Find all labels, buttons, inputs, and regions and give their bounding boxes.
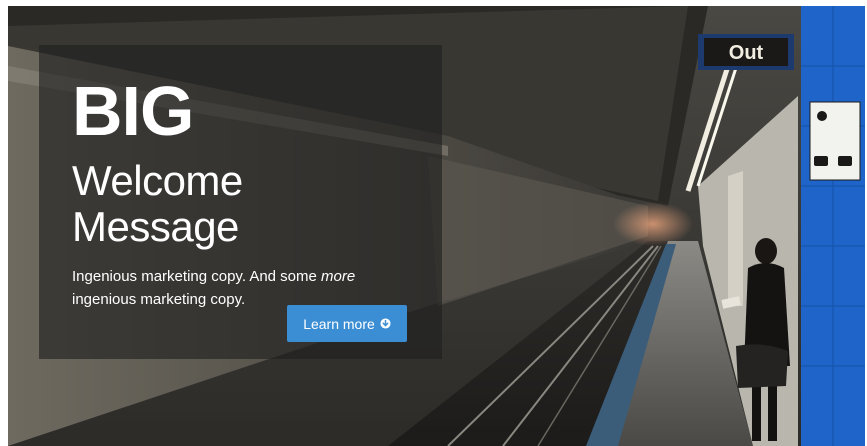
- learn-more-label: Learn more: [303, 315, 375, 332]
- hero-copy-emphasis: more: [321, 268, 356, 285]
- exit-sign: Out: [729, 42, 764, 64]
- arrow-circle-down-icon: [380, 318, 391, 329]
- learn-more-button[interactable]: Learn more: [287, 305, 407, 342]
- hero-copy-part-1: Ingenious marketing copy. And some: [72, 268, 322, 285]
- hero-subheadline: Welcome Message: [72, 157, 243, 250]
- hero-copy-part-2: ingenious marketing copy.: [72, 291, 246, 308]
- exit-sign-text: Out: [729, 42, 764, 64]
- hero-banner: BIG Welcome Message Ingenious marketing …: [8, 6, 865, 446]
- hero-headline: BIG: [72, 72, 194, 150]
